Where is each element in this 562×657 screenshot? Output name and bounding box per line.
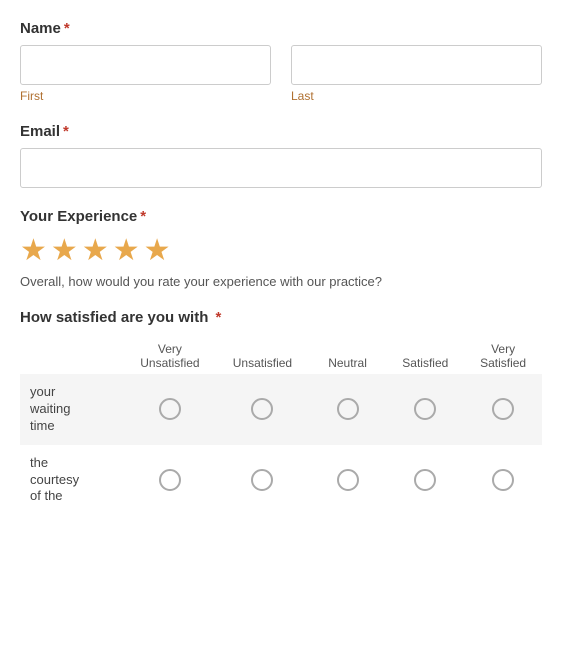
col-header-unsatisfied: Unsatisfied (216, 338, 309, 374)
experience-label: Your Experience* (20, 208, 542, 225)
waiting-satisfied-radio[interactable] (414, 398, 436, 420)
last-name-group: Last (291, 45, 542, 103)
email-input[interactable] (20, 148, 542, 188)
courtesy-unsatisfied-radio[interactable] (251, 469, 273, 491)
email-label: Email* (20, 123, 542, 140)
table-row: thecourtesyof the (20, 445, 542, 516)
name-section: Name* First Last (20, 20, 542, 103)
waiting-neutral-cell (309, 374, 387, 445)
col-header-very-satisfied: VerySatisfied (464, 338, 542, 374)
col-header-empty (20, 338, 124, 374)
courtesy-satisfied-radio[interactable] (414, 469, 436, 491)
satisfaction-table: VeryUnsatisfied Unsatisfied Neutral Sati… (20, 338, 542, 515)
courtesy-very-unsatisfied-radio[interactable] (159, 469, 181, 491)
stars-row[interactable]: ★ ★ ★ ★ ★ (20, 233, 542, 268)
courtesy-very-satisfied-radio[interactable] (492, 469, 514, 491)
waiting-satisfied-cell (386, 374, 464, 445)
email-label-text: Email (20, 123, 60, 140)
row-label-courtesy: thecourtesyof the (20, 445, 124, 516)
name-required-star: * (64, 20, 70, 37)
first-name-input[interactable] (20, 45, 271, 85)
last-name-input[interactable] (291, 45, 542, 85)
experience-required-star: * (140, 208, 146, 225)
waiting-very-satisfied-cell (464, 374, 542, 445)
col-header-very-unsatisfied: VeryUnsatisfied (124, 338, 217, 374)
email-section: Email* (20, 123, 542, 188)
satisfaction-title: How satisfied are you with * (20, 309, 542, 326)
email-required-star: * (63, 123, 69, 140)
courtesy-very-satisfied-cell (464, 445, 542, 516)
waiting-very-unsatisfied-radio[interactable] (159, 398, 181, 420)
table-header-row: VeryUnsatisfied Unsatisfied Neutral Sati… (20, 338, 542, 374)
satisfaction-section: How satisfied are you with * VeryUnsatis… (20, 309, 542, 515)
courtesy-very-unsatisfied-cell (124, 445, 217, 516)
waiting-unsatisfied-radio[interactable] (251, 398, 273, 420)
star-4[interactable]: ★ (113, 233, 140, 268)
star-5[interactable]: ★ (144, 233, 171, 268)
name-label: Name* (20, 20, 542, 37)
table-row: yourwaitingtime (20, 374, 542, 445)
courtesy-unsatisfied-cell (216, 445, 309, 516)
row-label-waiting: yourwaitingtime (20, 374, 124, 445)
experience-label-text: Your Experience (20, 208, 137, 225)
courtesy-neutral-cell (309, 445, 387, 516)
col-header-neutral: Neutral (309, 338, 387, 374)
experience-section: Your Experience* ★ ★ ★ ★ ★ Overall, how … (20, 208, 542, 289)
first-name-group: First (20, 45, 271, 103)
experience-note: Overall, how would you rate your experie… (20, 274, 542, 289)
waiting-very-satisfied-radio[interactable] (492, 398, 514, 420)
last-label: Last (291, 89, 542, 103)
satisfaction-required-star: * (211, 309, 221, 326)
satisfaction-title-text: How satisfied are you with (20, 309, 208, 326)
waiting-very-unsatisfied-cell (124, 374, 217, 445)
col-header-satisfied: Satisfied (386, 338, 464, 374)
star-3[interactable]: ★ (82, 233, 109, 268)
waiting-unsatisfied-cell (216, 374, 309, 445)
first-label: First (20, 89, 271, 103)
waiting-neutral-radio[interactable] (337, 398, 359, 420)
name-label-text: Name (20, 20, 61, 37)
courtesy-satisfied-cell (386, 445, 464, 516)
courtesy-neutral-radio[interactable] (337, 469, 359, 491)
name-row: First Last (20, 45, 542, 103)
star-1[interactable]: ★ (20, 233, 47, 268)
star-2[interactable]: ★ (51, 233, 78, 268)
